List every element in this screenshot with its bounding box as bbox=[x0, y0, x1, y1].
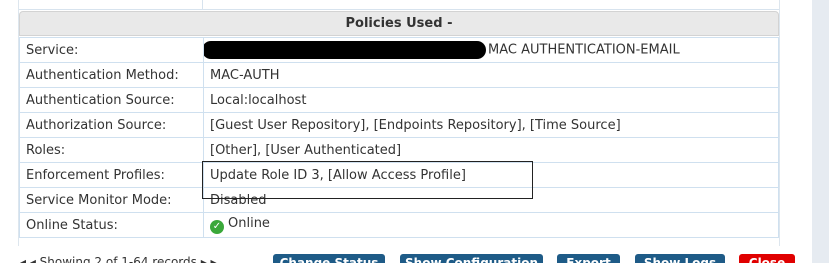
table-row: Service: MAC AUTHENTICATION-EMAIL bbox=[19, 37, 779, 63]
change-status-button[interactable]: Change Status bbox=[273, 254, 385, 263]
modal-backdrop bbox=[812, 0, 829, 263]
roles-label: Roles: bbox=[19, 137, 204, 163]
annotation-highlight-box bbox=[202, 161, 533, 199]
table-row: Authorization Source: [Guest User Reposi… bbox=[19, 112, 779, 138]
policies-table: Service: MAC AUTHENTICATION-EMAIL Authen… bbox=[19, 37, 779, 238]
auth-source-value: Local:localhost bbox=[203, 87, 779, 113]
roles-value: [Other], [User Authenticated] bbox=[203, 137, 779, 163]
check-circle-icon: ✓ bbox=[210, 220, 224, 234]
request-details-panel: Policies Used - Service: MAC AUTHENTICAT… bbox=[18, 0, 780, 246]
online-status-label: Online Status: bbox=[19, 212, 204, 238]
export-button[interactable]: Export bbox=[557, 254, 620, 263]
previous-table-row bbox=[19, 0, 779, 10]
table-row: Roles: [Other], [User Authenticated] bbox=[19, 137, 779, 163]
show-logs-button[interactable]: Show Logs bbox=[635, 254, 725, 263]
show-configuration-button[interactable]: Show Configuration bbox=[400, 254, 543, 263]
online-status-value: ✓ Online bbox=[203, 212, 779, 238]
table-row: Authentication Method: MAC-AUTH bbox=[19, 62, 779, 88]
record-navigation[interactable]: ◂ ◂ Showing 2 of 1-64 records ▸ ▸ bbox=[20, 255, 217, 263]
enforcement-profiles-label: Enforcement Profiles: bbox=[19, 162, 204, 188]
service-value: MAC AUTHENTICATION-EMAIL bbox=[203, 37, 779, 63]
monitor-mode-label: Service Monitor Mode: bbox=[19, 187, 204, 213]
authorization-source-label: Authorization Source: bbox=[19, 112, 204, 138]
dialog-footer: ◂ ◂ Showing 2 of 1-64 records ▸ ▸ Change… bbox=[0, 251, 829, 263]
redaction-mark bbox=[204, 41, 486, 59]
auth-source-label: Authentication Source: bbox=[19, 87, 204, 113]
close-button[interactable]: Close bbox=[739, 254, 795, 263]
authorization-source-value: [Guest User Repository], [Endpoints Repo… bbox=[203, 112, 779, 138]
auth-method-label: Authentication Method: bbox=[19, 62, 204, 88]
policies-used-header[interactable]: Policies Used - bbox=[19, 11, 779, 36]
service-label: Service: bbox=[19, 37, 204, 63]
table-row: Authentication Source: Local:localhost bbox=[19, 87, 779, 113]
auth-method-value: MAC-AUTH bbox=[203, 62, 779, 88]
table-row: Online Status: ✓ Online bbox=[19, 212, 779, 238]
